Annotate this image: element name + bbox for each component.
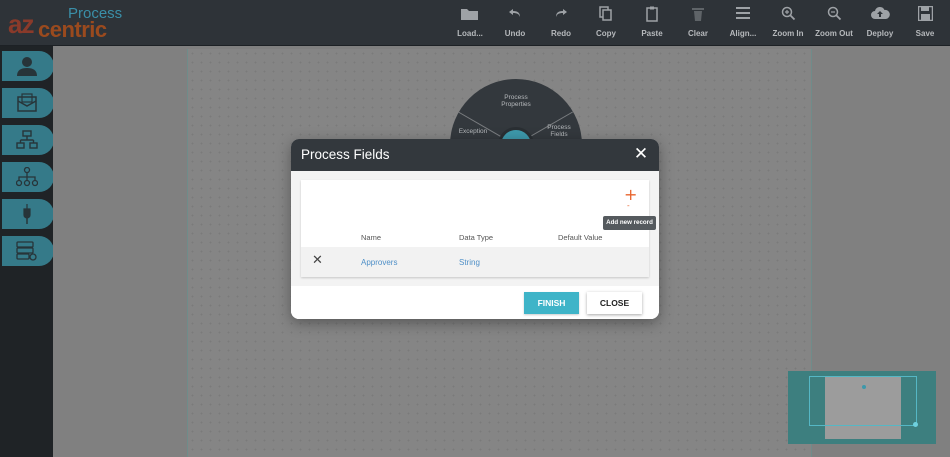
dialog-header: Process Fields ✕ [291, 139, 659, 171]
column-header-name: Name [361, 233, 382, 242]
paste-icon [627, 6, 677, 26]
minimap-resize-handle[interactable] [913, 422, 918, 427]
minimap-node [862, 385, 866, 389]
load-label: Load... [457, 29, 483, 38]
database-settings-icon [16, 241, 37, 261]
add-record-tooltip: Add new record [603, 216, 656, 230]
trash-icon [673, 6, 723, 26]
align-label: Align... [729, 29, 757, 38]
wheel-exception[interactable]: Exception [455, 128, 491, 135]
wheel-process-properties[interactable]: Process Properties [496, 94, 536, 108]
copy-button[interactable]: Copy [581, 6, 631, 42]
delete-row-icon[interactable]: ✕ [312, 254, 324, 267]
undo-label: Undo [504, 29, 526, 38]
zoom-out-icon [809, 6, 859, 26]
cloud-upload-icon [855, 6, 905, 26]
wheel-process-fields[interactable]: Process Fields [545, 124, 573, 138]
logo-az: az [8, 9, 34, 39]
table-row: ✕ Approvers String [301, 247, 649, 277]
save-button[interactable]: Save [900, 5, 950, 42]
app-logo: az Process centric [8, 3, 128, 43]
sidebar-item-user[interactable] [2, 51, 54, 81]
save-icon [900, 5, 950, 26]
sidebar-item-hierarchy[interactable] [2, 125, 54, 155]
org-chart-icon [16, 167, 38, 187]
minus-mark: - [627, 201, 630, 210]
copy-icon [581, 6, 631, 26]
zoom-in-icon [763, 6, 813, 26]
close-button[interactable]: CLOSE [587, 292, 642, 314]
cell-data-type[interactable]: String [459, 258, 480, 267]
zoom-out-button[interactable]: Zoom Out [809, 6, 859, 42]
hierarchy-icon [16, 130, 38, 149]
left-sidebar [0, 46, 54, 457]
top-toolbar: az Process centric Load... Undo Redo Cop… [0, 0, 950, 46]
sidebar-item-plug[interactable] [2, 199, 54, 229]
clear-label: Clear [687, 29, 708, 38]
folder-icon [445, 6, 495, 26]
dialog-footer: FINISH CLOSE [291, 286, 659, 319]
zoom-out-label: Zoom Out [815, 29, 853, 38]
clear-button[interactable]: Clear [673, 6, 723, 42]
sidebar-item-org-chart[interactable] [2, 162, 54, 192]
minimap[interactable] [788, 371, 936, 444]
dialog-title: Process Fields [301, 147, 390, 162]
paste-button[interactable]: Paste [627, 6, 677, 42]
finish-button[interactable]: FINISH [524, 292, 579, 314]
plug-icon [23, 204, 31, 224]
column-header-data-type: Data Type [459, 233, 494, 242]
zoom-in-button[interactable]: Zoom In [763, 6, 813, 42]
redo-label: Redo [551, 29, 571, 38]
paste-label: Paste [641, 29, 663, 38]
column-header-default-value: Default Value [558, 233, 603, 242]
align-icon [718, 6, 768, 26]
mail-icon [17, 93, 37, 112]
undo-icon [490, 6, 540, 26]
minimap-viewport[interactable] [809, 376, 917, 426]
deploy-label: Deploy [866, 29, 894, 38]
sidebar-item-mail[interactable] [2, 88, 54, 118]
logo-centric: centric [38, 17, 107, 42]
redo-button[interactable]: Redo [536, 6, 586, 42]
deploy-button[interactable]: Deploy [855, 6, 905, 42]
redo-icon [536, 6, 586, 26]
add-record-icon[interactable]: + [624, 187, 637, 203]
save-label: Save [915, 29, 935, 38]
fields-grid: + - Name Data Type Default Value ✕ Appro… [301, 180, 649, 277]
user-icon [17, 57, 37, 76]
load-button[interactable]: Load... [445, 6, 495, 42]
align-button[interactable]: Align... [718, 6, 768, 42]
cell-name[interactable]: Approvers [361, 258, 397, 267]
close-icon[interactable]: ✕ [633, 146, 649, 163]
sidebar-item-database[interactable] [2, 236, 54, 266]
copy-label: Copy [596, 29, 616, 38]
zoom-in-label: Zoom In [772, 29, 804, 38]
undo-button[interactable]: Undo [490, 6, 540, 42]
